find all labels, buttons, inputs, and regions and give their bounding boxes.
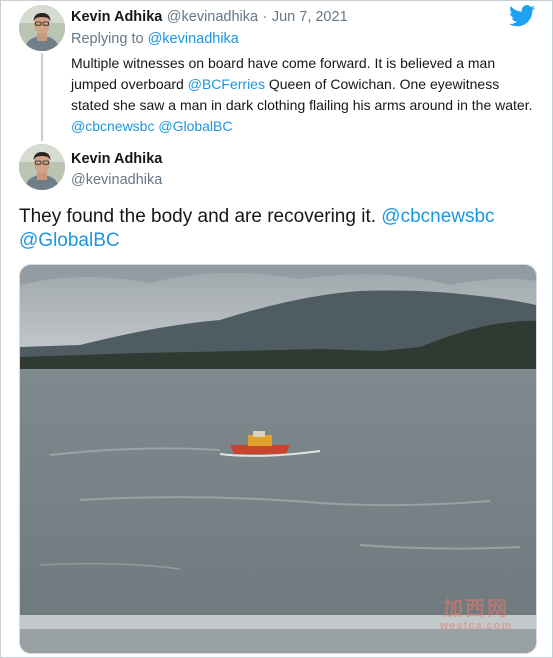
- site-watermark: 加西网 westca.com: [421, 599, 531, 633]
- reply-tweet-text: Multiple witnesses on board have come fo…: [71, 53, 541, 137]
- thread-connector-line: [41, 53, 43, 141]
- main-tweet-author: Kevin Adhika: [71, 150, 162, 168]
- watermark-line2: westca.com: [439, 620, 513, 632]
- mention-cbcnewsbc[interactable]: @cbcnewsbc: [71, 118, 154, 134]
- main-tweet-text: They found the body and are recovering i…: [19, 205, 539, 253]
- main-text-body: They found the body and are recovering i…: [19, 206, 382, 227]
- author-handle[interactable]: @kevinadhika: [167, 9, 258, 25]
- mention-cbcnewsbc[interactable]: @cbcnewsbc: [381, 206, 494, 227]
- author-handle[interactable]: @kevinadhika: [71, 172, 162, 188]
- reply-tweet-header: Kevin Adhika @kevinadhika · Jun 7, 2021: [71, 8, 348, 26]
- tweet-photo[interactable]: [19, 264, 537, 654]
- avatar[interactable]: [19, 144, 65, 190]
- tweet-date[interactable]: Jun 7, 2021: [272, 9, 348, 25]
- separator-dot: ·: [262, 9, 268, 25]
- replying-handle-link[interactable]: @kevinadhika: [148, 31, 239, 47]
- author-name[interactable]: Kevin Adhika: [71, 9, 162, 25]
- avatar[interactable]: [19, 5, 65, 51]
- watermark-line1: 加西网: [443, 598, 509, 620]
- author-name[interactable]: Kevin Adhika: [71, 151, 162, 167]
- ocean-scene-image: [20, 265, 536, 653]
- tweet-card: Kevin Adhika @kevinadhika · Jun 7, 2021 …: [0, 0, 553, 658]
- mention-bcferries[interactable]: @BCFerries: [188, 76, 265, 92]
- twitter-bird-icon[interactable]: [509, 5, 535, 27]
- replying-to: Replying to @kevinadhika: [71, 31, 239, 47]
- replying-prefix: Replying to: [71, 31, 144, 47]
- main-tweet-handle-row: @kevinadhika: [71, 171, 162, 189]
- mention-globalbc[interactable]: @GlobalBC: [19, 230, 120, 251]
- mention-globalbc[interactable]: @GlobalBC: [158, 118, 232, 134]
